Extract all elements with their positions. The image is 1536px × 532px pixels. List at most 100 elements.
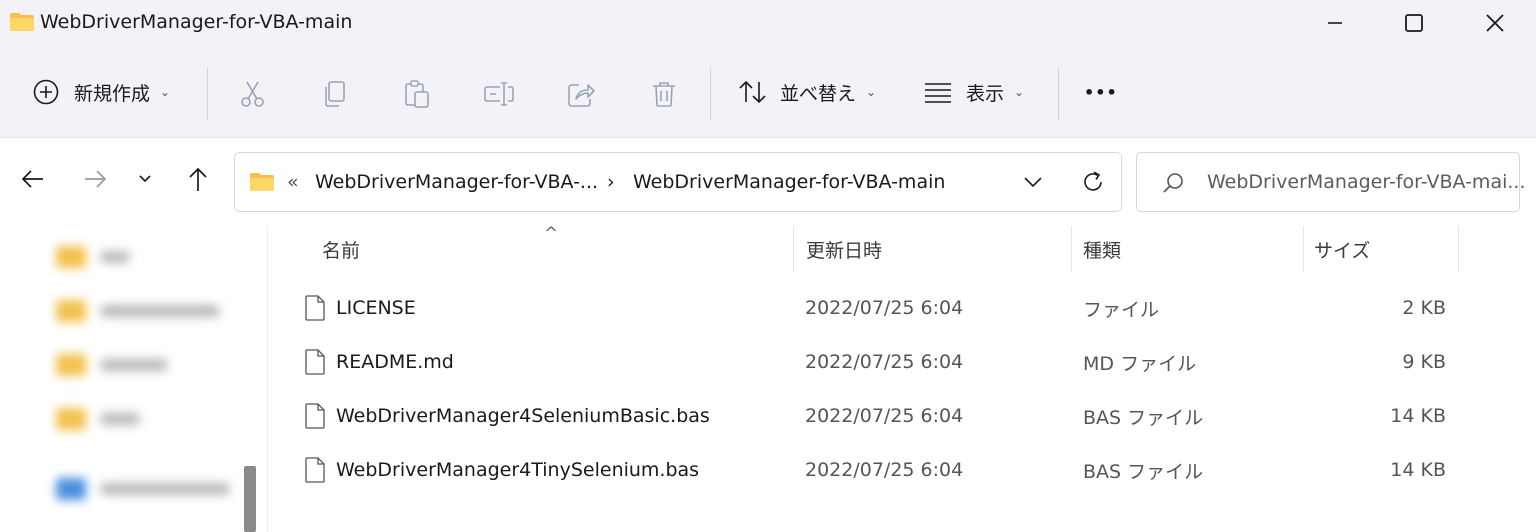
column-divider[interactable]: [1458, 226, 1459, 272]
toolbar-divider: [1058, 68, 1059, 120]
file-name[interactable]: README.md: [336, 335, 454, 389]
file-name[interactable]: WebDriverManager4TinySelenium.bas: [336, 443, 699, 497]
file-modified: 2022/07/25 6:04: [805, 297, 964, 319]
file-row[interactable]: WebDriverManager4TinySelenium.bas 2022/0…: [268, 443, 1536, 497]
column-divider[interactable]: [1071, 226, 1072, 272]
forward-button[interactable]: [78, 162, 112, 196]
navigation-pane: [0, 226, 268, 532]
cloud-icon: [56, 478, 86, 500]
delete-icon: [653, 82, 675, 107]
search-box[interactable]: WebDriverManager-for-VBA-mai...: [1136, 152, 1525, 212]
column-header-type[interactable]: 種類: [1083, 226, 1121, 272]
file-size: 14 KB: [1390, 459, 1446, 481]
plus-circle-icon: [33, 79, 59, 105]
sort-ascending-icon: ^: [544, 224, 559, 244]
column-divider[interactable]: [1303, 226, 1304, 272]
more-options-button[interactable]: •••: [1084, 46, 1118, 138]
close-button[interactable]: [1455, 0, 1535, 46]
sidebar-item[interactable]: [56, 294, 246, 328]
rename-icon: [484, 82, 514, 106]
folder-icon: [56, 300, 86, 322]
view-button-label: 表示: [966, 82, 1005, 105]
up-button[interactable]: [181, 162, 215, 196]
search-icon: [1163, 173, 1183, 193]
column-header-size[interactable]: サイズ: [1314, 226, 1370, 272]
close-icon: [1486, 14, 1504, 32]
title-bar: WebDriverManager-for-VBA-main: [0, 0, 1536, 46]
new-button[interactable]: 新規作成 ⌄: [32, 46, 170, 138]
file-type: BAS ファイル: [1083, 460, 1204, 483]
sort-icon: [739, 80, 766, 104]
delete-button[interactable]: [644, 74, 684, 114]
paste-button[interactable]: [397, 74, 437, 114]
cut-icon: [241, 81, 264, 107]
sidebar-item[interactable]: [56, 240, 246, 274]
sidebar-item[interactable]: [56, 402, 246, 436]
file-icon: [305, 403, 325, 429]
file-list: ^ 名前 更新日時 種類 サイズ LICENSE 2022/07/25 6:04…: [268, 224, 1536, 532]
arrow-up-icon: [189, 167, 207, 191]
maximize-button[interactable]: [1374, 0, 1454, 46]
cut-button[interactable]: [233, 74, 273, 114]
minimize-button[interactable]: [1295, 0, 1375, 46]
chevron-down-icon: [139, 175, 151, 183]
file-size: 2 KB: [1402, 297, 1446, 319]
sidebar-item[interactable]: [56, 472, 246, 506]
chevron-down-icon: ⌄: [866, 85, 877, 99]
paste-icon: [405, 80, 429, 108]
file-type: BAS ファイル: [1083, 406, 1204, 429]
share-icon: [568, 84, 595, 107]
toolbar-divider: [207, 68, 208, 120]
rename-button[interactable]: [479, 74, 519, 114]
file-name[interactable]: WebDriverManager4SeleniumBasic.bas: [336, 389, 710, 443]
folder-icon: [250, 173, 274, 191]
maximize-icon: [1405, 14, 1423, 32]
folder-icon: [56, 246, 86, 268]
column-header-modified[interactable]: 更新日時: [806, 226, 882, 272]
sort-button[interactable]: 並べ替え ⌄: [738, 46, 876, 138]
breadcrumb-separator-icon[interactable]: ›: [607, 171, 615, 193]
minimize-icon: [1328, 22, 1342, 24]
file-type: ファイル: [1083, 298, 1160, 321]
more-icon: •••: [1084, 82, 1118, 102]
breadcrumb-item-current[interactable]: WebDriverManager-for-VBA-main: [633, 171, 945, 193]
column-header-name[interactable]: 名前: [322, 226, 360, 272]
window-title: WebDriverManager-for-VBA-main: [40, 11, 353, 33]
folder-icon: [10, 13, 34, 31]
file-icon: [305, 457, 325, 483]
navigation-bar: « WebDriverManager-for-VBA-... › WebDriv…: [0, 138, 1536, 226]
column-divider[interactable]: [793, 226, 794, 272]
toolbar-divider: [710, 68, 711, 120]
file-size: 9 KB: [1402, 351, 1446, 373]
file-icon: [305, 349, 325, 375]
file-modified: 2022/07/25 6:04: [805, 459, 964, 481]
chevron-down-icon: ⌄: [1014, 85, 1025, 99]
file-name[interactable]: LICENSE: [336, 281, 416, 335]
chevron-down-icon[interactable]: [1023, 175, 1043, 189]
address-bar[interactable]: « WebDriverManager-for-VBA-... › WebDriv…: [234, 152, 1122, 212]
share-button[interactable]: [561, 74, 601, 114]
breadcrumb-overflow[interactable]: «: [287, 171, 299, 193]
file-type: MD ファイル: [1083, 352, 1197, 375]
copy-button[interactable]: [315, 74, 355, 114]
refresh-icon[interactable]: [1080, 169, 1106, 195]
sidebar-item[interactable]: [56, 348, 246, 382]
arrow-left-icon: [21, 170, 43, 188]
file-row[interactable]: LICENSE 2022/07/25 6:04 ファイル 2 KB: [268, 281, 1536, 335]
sidebar-scrollbar[interactable]: [244, 466, 256, 532]
file-row[interactable]: WebDriverManager4SeleniumBasic.bas 2022/…: [268, 389, 1536, 443]
file-row[interactable]: README.md 2022/07/25 6:04 MD ファイル 9 KB: [268, 335, 1536, 389]
file-size: 14 KB: [1390, 405, 1446, 427]
command-bar: 新規作成 ⌄ 並べ替え ⌄ 表示 ⌄ •••: [0, 46, 1536, 138]
sort-button-label: 並べ替え: [780, 82, 857, 105]
file-icon: [305, 295, 325, 321]
arrow-right-icon: [85, 170, 107, 188]
file-modified: 2022/07/25 6:04: [805, 405, 964, 427]
chevron-down-icon: ⌄: [160, 85, 171, 99]
back-button[interactable]: [16, 162, 50, 196]
breadcrumb-item[interactable]: WebDriverManager-for-VBA-...: [315, 171, 598, 193]
folder-icon: [56, 354, 86, 376]
recent-locations-button[interactable]: [128, 162, 162, 196]
search-placeholder: WebDriverManager-for-VBA-mai...: [1207, 171, 1526, 193]
view-button[interactable]: 表示 ⌄: [924, 46, 1024, 138]
